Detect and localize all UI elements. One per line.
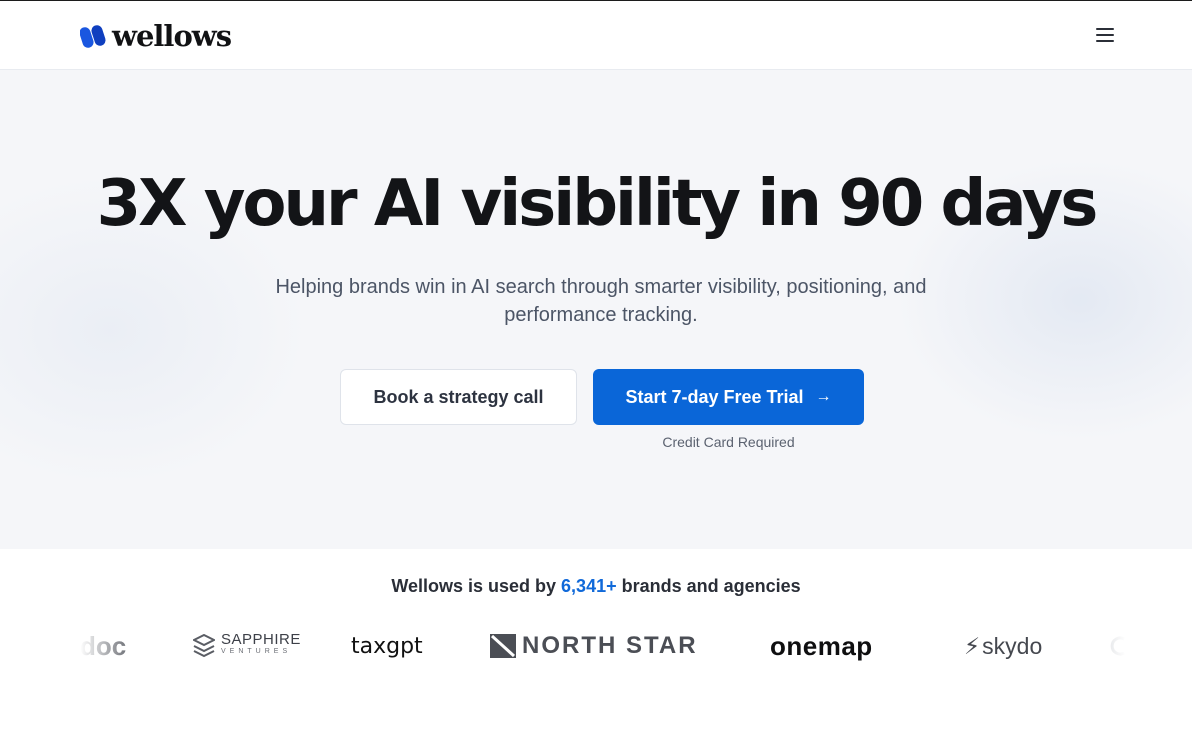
wellows-logo[interactable]: wellows <box>80 19 232 53</box>
logo-skydo-text: skydo <box>982 632 1043 659</box>
credit-card-note: Credit Card Required <box>662 434 795 450</box>
customer-logo-strip: doc SAPPHIRE VENTURES taxgpt NORTH STAR <box>80 623 1126 669</box>
logo-taxgpt-text: taxgpt <box>351 633 423 659</box>
skydo-bolt-icon: ⚡ <box>964 632 981 659</box>
hero-headline: 3X your AI visibility in 90 days <box>96 167 1099 241</box>
wellows-logo-mark-icon <box>80 25 106 48</box>
brand-name: wellows <box>112 19 232 53</box>
sapphire-mark-icon <box>193 634 215 658</box>
site-header: wellows <box>0 1 1192 70</box>
logo-onemap-text: onemap <box>770 630 873 661</box>
logo-skydo: ⚡ skydo <box>964 623 1042 669</box>
logo-strip-fade-left <box>80 623 140 669</box>
logo-taxgpt: taxgpt <box>351 623 423 669</box>
logo-north-star: NORTH STAR <box>490 623 698 669</box>
sapphire-wordmark: SAPPHIRE VENTURES <box>221 631 301 658</box>
sapphire-subtext: VENTURES <box>221 648 292 655</box>
logo-strip-fade-right <box>1086 623 1126 669</box>
book-strategy-call-button[interactable]: Book a strategy call <box>340 369 577 425</box>
logo-onemap: onemap <box>770 623 873 669</box>
trust-suffix: brands and agencies <box>621 576 801 596</box>
menu-bar <box>1096 28 1114 30</box>
hero-section: 3X your AI visibility in 90 days Helping… <box>0 70 1192 549</box>
trust-statement: Wellows is used by 6,341+ brands and age… <box>0 576 1192 597</box>
start-free-trial-label: Start 7-day Free Trial <box>625 386 804 407</box>
trust-section: Wellows is used by 6,341+ brands and age… <box>0 549 1192 735</box>
start-free-trial-button[interactable]: Start 7-day Free Trial → <box>593 369 864 425</box>
arrow-right-icon: → <box>815 388 832 405</box>
menu-bar <box>1096 40 1114 42</box>
brand-count: 6,341+ <box>561 576 617 596</box>
menu-bar <box>1096 34 1114 36</box>
hamburger-icon[interactable] <box>1094 25 1116 45</box>
sapphire-name: SAPPHIRE <box>221 631 301 648</box>
logo-sapphire: SAPPHIRE VENTURES <box>193 623 301 669</box>
hero-subheadline: Helping brands win in AI search through … <box>275 276 927 326</box>
logo-north-star-text: NORTH STAR <box>522 632 698 659</box>
trust-prefix: Wellows is used by <box>391 576 557 596</box>
north-star-mark-icon <box>490 634 516 658</box>
